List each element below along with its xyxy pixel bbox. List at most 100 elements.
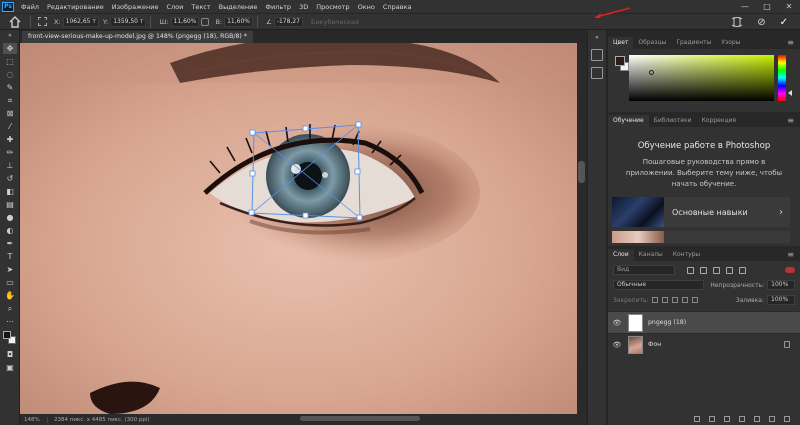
menu-layers[interactable]: Слои: [162, 3, 187, 11]
panel-menu-icon[interactable]: ≡: [787, 115, 794, 127]
smart-object-filter-icon[interactable]: [739, 266, 746, 274]
vertical-scrollbar[interactable]: [577, 43, 586, 414]
brush-tool-icon[interactable]: ✏: [3, 147, 17, 158]
document-tab[interactable]: front-view-serious-make-up-model.jpg @ 1…: [22, 31, 253, 43]
type-tool-icon[interactable]: T: [3, 251, 17, 262]
cancel-transform-button[interactable]: ⊘: [757, 17, 765, 28]
lock-artboard-icon[interactable]: [681, 297, 688, 303]
foreground-color-swatch[interactable]: [3, 331, 11, 339]
blend-mode-select[interactable]: Обычные: [613, 280, 705, 290]
width-field[interactable]: 11,60%: [170, 16, 200, 27]
opacity-field[interactable]: 100%: [767, 280, 795, 290]
reference-point-icon[interactable]: [38, 17, 47, 26]
lock-image-icon[interactable]: [661, 297, 668, 303]
add-mask-icon[interactable]: [724, 416, 730, 422]
panel-menu-icon[interactable]: ≡: [787, 249, 794, 261]
tab-gradients[interactable]: Градиенты: [671, 37, 716, 49]
frame-tool-icon[interactable]: ⊠: [3, 108, 17, 119]
menu-select[interactable]: Выделение: [215, 3, 262, 11]
dodge-tool-icon[interactable]: ◐: [3, 225, 17, 236]
color-picker-cursor[interactable]: [649, 70, 654, 75]
pixel-filter-icon[interactable]: [687, 266, 694, 274]
scroll-thumb[interactable]: [578, 161, 585, 183]
lock-position-icon[interactable]: [671, 297, 678, 303]
interpolation-select[interactable]: Бикубическая: [311, 18, 359, 26]
zoom-level[interactable]: 148%: [20, 416, 48, 423]
rectangle-tool-icon[interactable]: ▭: [3, 277, 17, 288]
tab-color[interactable]: Цвет: [608, 37, 634, 49]
eyedropper-tool-icon[interactable]: ⁄: [3, 121, 17, 132]
angle-field[interactable]: -178,27: [273, 16, 303, 27]
lasso-tool-icon[interactable]: ◌: [3, 69, 17, 80]
tab-layers[interactable]: Слои: [608, 249, 634, 261]
horizontal-scrollbar[interactable]: [300, 416, 420, 421]
history-panel-icon[interactable]: [591, 49, 603, 61]
filter-toggle[interactable]: [785, 267, 795, 273]
tab-patterns[interactable]: Узоры: [716, 37, 745, 49]
path-selection-tool-icon[interactable]: ➤: [3, 264, 17, 275]
tab-swatches[interactable]: Образцы: [633, 37, 671, 49]
adjustment-layer-icon[interactable]: [739, 416, 745, 422]
tab-libraries[interactable]: Библиотеки: [649, 115, 697, 127]
minimize-button[interactable]: —: [734, 0, 756, 13]
lock-all-icon[interactable]: [691, 297, 698, 303]
document-canvas[interactable]: [20, 43, 577, 414]
tab-learn[interactable]: Обучение: [608, 115, 649, 127]
x-position-field[interactable]: 1062,65 т: [62, 16, 99, 27]
link-proportions-icon[interactable]: [201, 17, 210, 26]
learn-card-basics[interactable]: Основные навыки ›: [612, 197, 790, 227]
marquee-tool-icon[interactable]: ⬚: [3, 56, 17, 67]
collapse-arrows-icon[interactable]: «: [590, 32, 604, 43]
menu-3d[interactable]: 3D: [295, 3, 312, 11]
lock-transparent-icon[interactable]: [651, 297, 658, 303]
layer-filter-select[interactable]: Вид: [613, 265, 675, 275]
layer-style-icon[interactable]: [709, 416, 715, 422]
gradient-tool-icon[interactable]: ▤: [3, 199, 17, 210]
more-tools-icon[interactable]: ⋯: [3, 316, 17, 327]
menu-window[interactable]: Окно: [354, 3, 379, 11]
crop-tool-icon[interactable]: ⌗: [3, 95, 17, 106]
blur-tool-icon[interactable]: ●: [3, 212, 17, 223]
tab-channels[interactable]: Каналы: [634, 249, 668, 261]
visibility-eye-icon[interactable]: 👁: [612, 341, 622, 349]
color-swatches[interactable]: [2, 331, 18, 345]
menu-image[interactable]: Изображение: [108, 3, 163, 11]
menu-edit[interactable]: Редактирование: [43, 3, 108, 11]
zoom-tool-icon[interactable]: ⌕: [3, 303, 17, 314]
history-brush-tool-icon[interactable]: ↺: [3, 173, 17, 184]
learn-card-next[interactable]: [612, 231, 790, 243]
layer-name[interactable]: Фон: [648, 341, 661, 348]
visibility-eye-icon[interactable]: 👁: [612, 319, 622, 327]
menu-filter[interactable]: Фильтр: [261, 3, 295, 11]
close-button[interactable]: ✕: [778, 0, 800, 13]
tab-paths[interactable]: Контуры: [668, 249, 705, 261]
menu-help[interactable]: Справка: [379, 3, 416, 11]
fill-field[interactable]: 100%: [767, 295, 795, 305]
menu-file[interactable]: Файл: [17, 3, 43, 11]
panel-menu-icon[interactable]: ≡: [787, 37, 794, 49]
new-group-icon[interactable]: [754, 416, 760, 422]
height-field[interactable]: 11,60%: [224, 16, 253, 27]
layer-row[interactable]: 👁 pngegg (18): [608, 311, 800, 333]
hue-slider[interactable]: [778, 55, 786, 101]
screen-mode-icon[interactable]: ▣: [3, 362, 17, 373]
menu-type[interactable]: Текст: [187, 3, 214, 11]
properties-panel-icon[interactable]: [591, 67, 603, 79]
menu-view[interactable]: Просмотр: [312, 3, 353, 11]
shape-filter-icon[interactable]: [726, 266, 733, 274]
eraser-tool-icon[interactable]: ◧: [3, 186, 17, 197]
document-info[interactable]: 2384 пикс. x 4485 пикс. (300 ppi): [48, 417, 150, 423]
pen-tool-icon[interactable]: ✒: [3, 238, 17, 249]
clone-stamp-tool-icon[interactable]: ⊥: [3, 160, 17, 171]
move-tool-icon[interactable]: ✥: [3, 43, 17, 54]
quick-select-tool-icon[interactable]: ✎: [3, 82, 17, 93]
delete-layer-icon[interactable]: [784, 416, 790, 422]
commit-transform-button[interactable]: ✓: [780, 17, 788, 28]
home-icon[interactable]: [8, 15, 22, 29]
quick-mask-icon[interactable]: ◘: [3, 349, 17, 360]
color-picker-field[interactable]: [629, 55, 774, 101]
hue-slider-handle[interactable]: [788, 90, 792, 96]
adjustment-filter-icon[interactable]: [700, 266, 707, 274]
warp-icon[interactable]: [731, 16, 743, 28]
type-filter-icon[interactable]: [713, 266, 720, 274]
